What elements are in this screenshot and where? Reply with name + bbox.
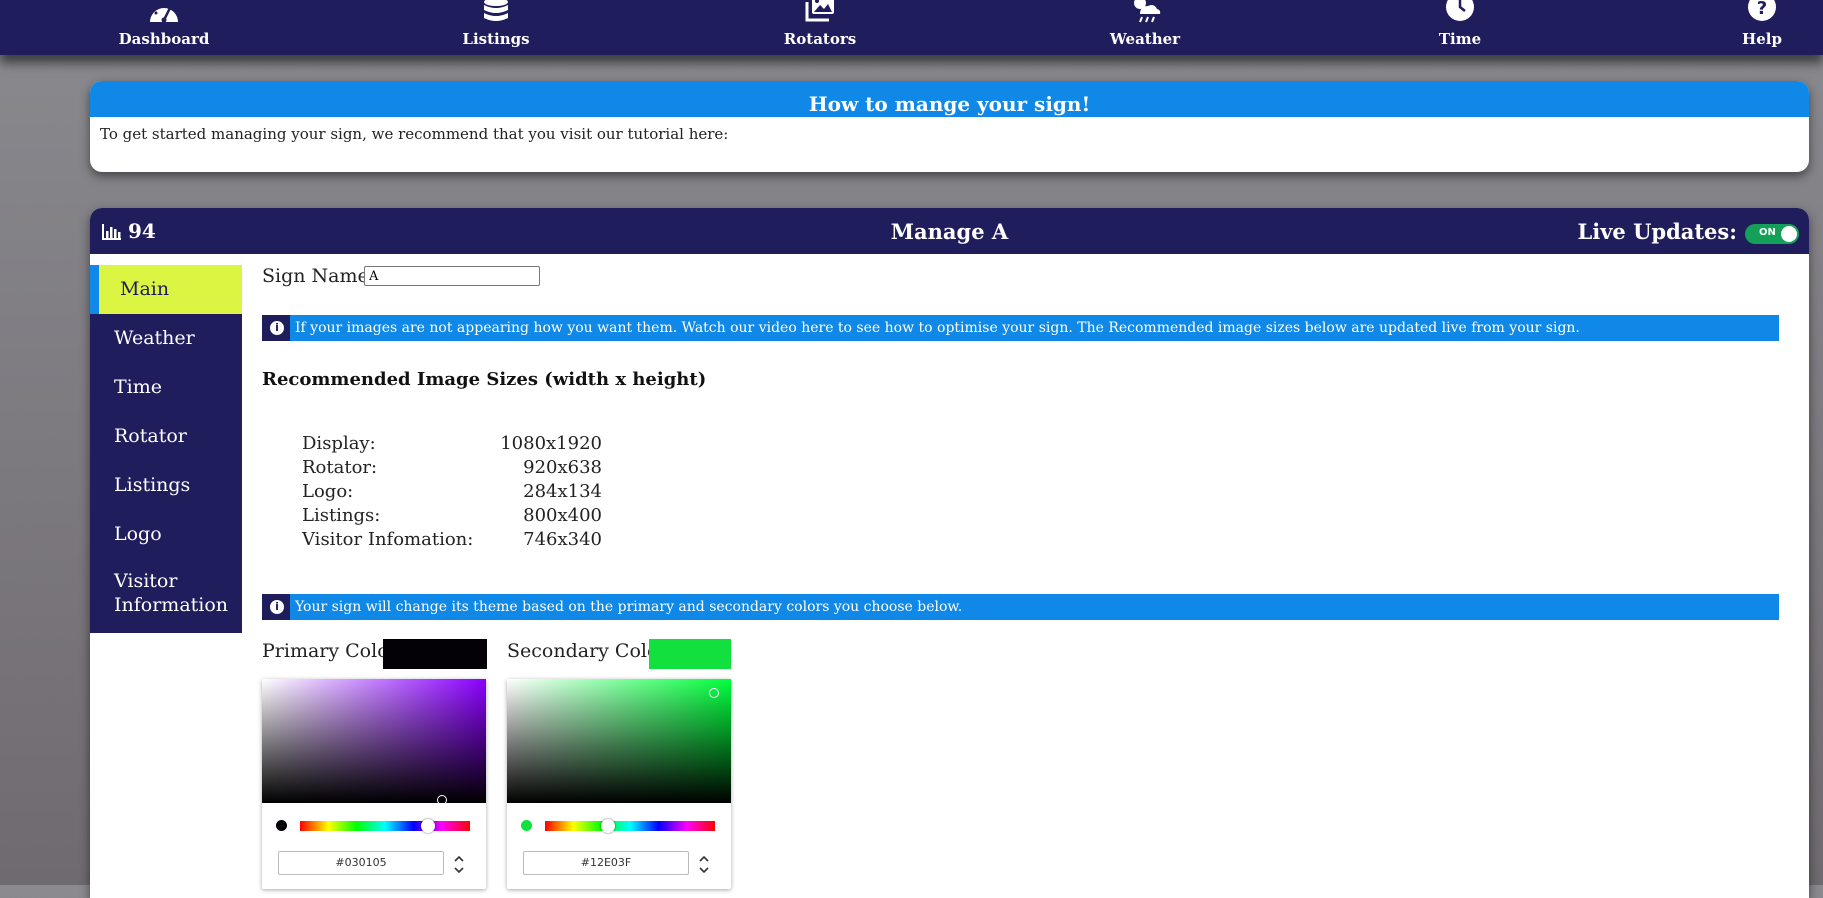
size-label: Logo:	[302, 481, 354, 502]
nav-time[interactable]: Time	[1385, 0, 1535, 55]
nav-weather[interactable]: Weather	[1070, 0, 1220, 55]
size-row-listings: Listings: 800x400	[302, 505, 602, 529]
hex-input[interactable]: #030105	[278, 851, 444, 875]
sv-cursor[interactable]	[437, 795, 447, 805]
toggle-knob	[1781, 226, 1797, 242]
cloud-sun-rain-icon	[1134, 0, 1161, 23]
sidebar-item-main[interactable]: Main	[90, 265, 242, 314]
size-value: 1080x1920	[500, 433, 602, 454]
images-icon	[805, 0, 834, 22]
saturation-value-area[interactable]	[262, 679, 486, 805]
size-label: Display:	[302, 433, 376, 454]
images-alert-text: If your images are not appearing how you…	[295, 320, 1580, 336]
manage-panel: 94 Manage A Live Updates: ON Main Weathe…	[90, 208, 1809, 898]
settings-sidebar: Main Weather Time Rotator Listings Logo …	[90, 265, 242, 633]
svg-text:?: ?	[1757, 0, 1767, 19]
primary-color-swatch[interactable]	[383, 639, 487, 669]
nav-dashboard[interactable]: Dashboard	[89, 0, 239, 55]
info-icon: i	[262, 315, 290, 341]
size-label: Listings:	[302, 505, 381, 526]
size-row-display: Display: 1080x1920	[302, 433, 602, 457]
size-row-visitor: Visitor Infomation: 746x340	[302, 529, 602, 553]
color-preview-dot	[521, 820, 532, 831]
top-nav: Dashboard Listings Rotators Weather Time…	[0, 0, 1823, 55]
tutorial-title: How to mange your sign!	[90, 81, 1809, 117]
hue-slider[interactable]	[300, 819, 470, 833]
theme-alert: i Your sign will change its theme based …	[262, 594, 1779, 620]
stat-counter: 94	[102, 219, 156, 243]
sidebar-item-time[interactable]: Time	[90, 363, 242, 412]
sizes-heading: Recommended Image Sizes (width x height)	[262, 369, 707, 390]
nav-label: Help	[1742, 30, 1782, 48]
color-preview-dot	[276, 820, 287, 831]
images-alert: i If your images are not appearing how y…	[262, 315, 1779, 341]
tutorial-panel: How to mange your sign! To get started m…	[90, 81, 1809, 172]
primary-color-picker: #030105	[262, 679, 486, 889]
size-row-rotator: Rotator: 920x638	[302, 457, 602, 481]
nav-label: Time	[1438, 30, 1482, 48]
sidebar-item-listings[interactable]: Listings	[90, 461, 242, 510]
size-value: 284x134	[523, 481, 602, 502]
sign-name-input[interactable]	[364, 266, 540, 286]
sign-name-row: Sign Name:	[262, 265, 375, 287]
sizes-list: Display: 1080x1920 Rotator: 920x638 Logo…	[302, 433, 602, 553]
gauge-icon	[150, 3, 178, 23]
nav-label: Listings	[462, 30, 530, 48]
tutorial-text: To get started managing your sign, we re…	[100, 125, 729, 143]
manage-header: 94 Manage A Live Updates: ON	[90, 208, 1809, 254]
bar-chart-icon	[102, 224, 121, 240]
sidebar-item-logo[interactable]: Logo	[90, 510, 242, 559]
size-label: Visitor Infomation:	[302, 529, 474, 550]
toggle-state: ON	[1759, 227, 1776, 238]
question-circle-icon: ?	[1748, 0, 1776, 21]
size-value: 920x638	[523, 457, 602, 478]
size-value: 746x340	[523, 529, 602, 550]
info-icon: i	[262, 594, 290, 620]
mode-toggle-icon[interactable]	[695, 851, 713, 877]
nav-label: Rotators	[783, 30, 857, 48]
sidebar-item-visitor-information[interactable]: Visitor Information	[90, 559, 228, 629]
nav-listings[interactable]: Listings	[421, 0, 571, 55]
size-label: Rotator:	[302, 457, 378, 478]
nav-rotators[interactable]: Rotators	[745, 0, 895, 55]
mode-toggle-icon[interactable]	[450, 851, 468, 877]
size-value: 800x400	[523, 505, 602, 526]
nav-label: Dashboard	[118, 30, 210, 48]
hue-slider[interactable]	[545, 819, 715, 833]
live-updates-label: Live Updates:	[1577, 219, 1737, 244]
secondary-color-picker: #12E03F	[507, 679, 731, 889]
nav-help[interactable]: ? Help	[1687, 0, 1823, 55]
saturation-value-area[interactable]	[507, 679, 731, 803]
hue-thumb[interactable]	[421, 819, 435, 833]
stat-value: 94	[128, 219, 156, 243]
sv-cursor[interactable]	[709, 688, 719, 698]
sign-name-label: Sign Name:	[262, 265, 376, 287]
secondary-color-swatch[interactable]	[649, 639, 731, 669]
sidebar-item-weather[interactable]: Weather	[90, 314, 242, 363]
hex-input[interactable]: #12E03F	[523, 851, 689, 875]
manage-title: Manage A	[890, 219, 1009, 244]
hue-thumb[interactable]	[601, 819, 615, 833]
sidebar-item-rotator[interactable]: Rotator	[90, 412, 242, 461]
clock-icon	[1446, 0, 1474, 21]
nav-label: Weather	[1109, 30, 1181, 48]
live-updates-toggle[interactable]: ON	[1745, 224, 1799, 244]
theme-alert-text: Your sign will change its theme based on…	[295, 599, 963, 615]
database-icon	[484, 0, 508, 21]
size-row-logo: Logo: 284x134	[302, 481, 602, 505]
